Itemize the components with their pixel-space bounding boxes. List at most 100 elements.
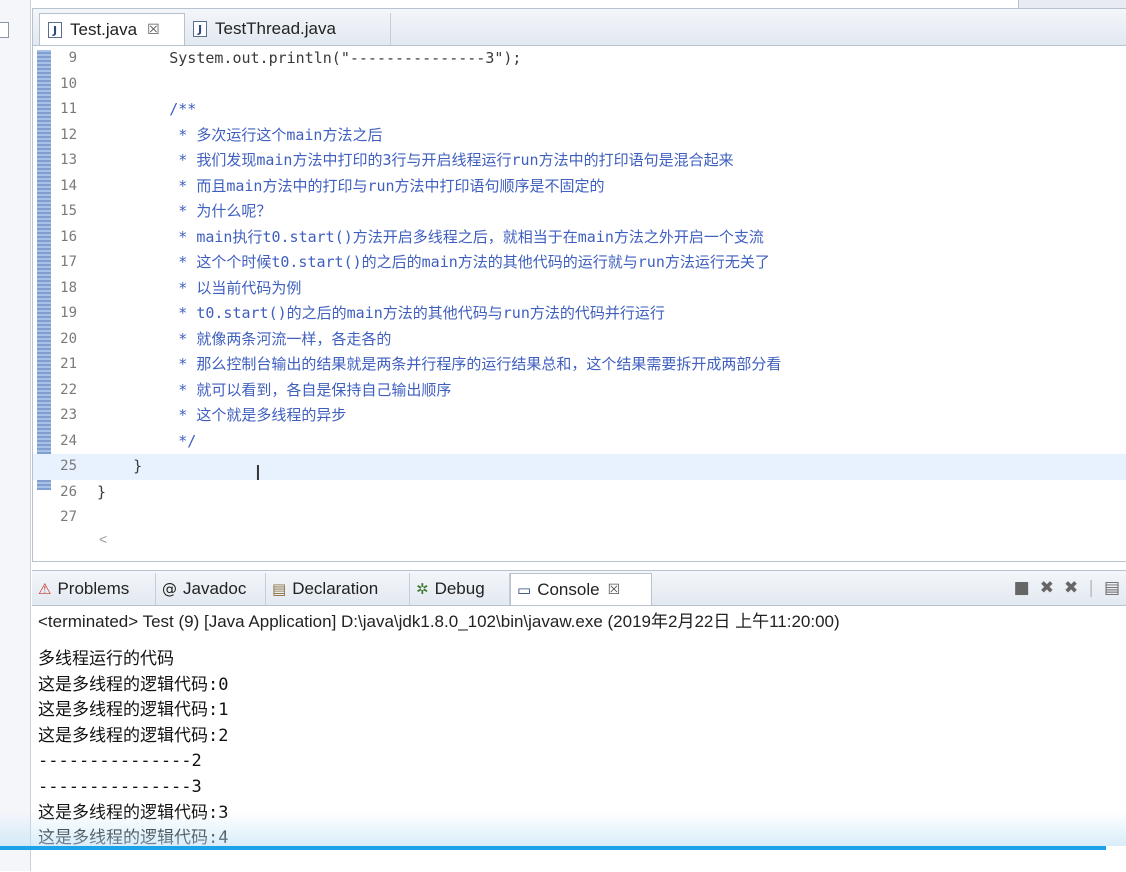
tab-console[interactable]: ▭ Console ☒ [510,573,652,605]
tab-javadoc[interactable]: @ Javadoc [156,573,266,605]
editor-tab-bar: J Test.java ☒ J TestThread.java [33,9,1126,46]
code-line[interactable]: 27 [33,505,1126,531]
code-line[interactable]: 15 * 为什么呢？ [33,199,1126,225]
line-number: 21 [60,356,77,372]
tab-problems[interactable]: ⚠ Problems [32,573,156,605]
code-text: * 我们发现main方法中打印的3行与开启线程运行run方法中的打印语句是混合起… [97,151,734,169]
tab-label: Declaration [292,579,379,598]
console-line: 这是多线程的逻辑代码:1 [38,700,229,721]
code-text: * 就像两条河流一样，各走各的 [97,329,392,348]
close-tab-icon[interactable]: ☒ [147,22,160,38]
line-number: 20 [60,330,77,347]
code-text: */ [97,431,197,450]
clear-console-icon[interactable]: ▤ [1104,578,1120,598]
code-area[interactable]: 9 System.out.println("---------------3")… [33,46,1126,531]
minimize-box-icon[interactable] [0,22,9,38]
line-number: 14 [60,177,77,194]
code-line[interactable]: 13 * 我们发现main方法中打印的3行与开启线程运行run方法中的打印语句是… [33,148,1126,174]
code-text: } [97,457,143,475]
javadoc-icon: @ [162,580,177,598]
code-line[interactable]: 25 } [33,454,1126,480]
tab-declaration[interactable]: ▤ Declaration [266,573,410,605]
code-line[interactable]: 17 * 这个个时候t0.start()的之后的main方法的其他代码的运行就与… [33,250,1126,276]
tab-debug[interactable]: ✲ Debug [410,573,510,605]
close-tab-icon[interactable]: ☒ [608,582,621,598]
horizontal-scrollbar[interactable]: < [33,529,1126,553]
tab-label: TestThread.java [215,19,336,38]
code-text: * t0.start()的之后的main方法的其他代码与run方法的代码并行运行 [97,304,665,322]
code-text: * 这个就是多线程的异步 [97,406,347,424]
code-line[interactable]: 12 * 多次运行这个main方法之后 [33,123,1126,149]
line-number: 27 [60,509,77,525]
text-cursor-icon: I [255,461,261,485]
code-text: * 而且main方法中的打印与run方法中打印语句顺序是不固定的 [97,176,605,195]
line-number: 25 [60,458,77,474]
declaration-icon: ▤ [272,580,287,598]
line-number: 19 [60,305,77,321]
remove-launch-icon[interactable]: ✖ [1040,578,1054,598]
tab-label: Console [537,579,600,599]
code-text: * 这个个时候t0.start()的之后的main方法的其他代码的运行就与run… [97,253,770,271]
remove-all-icon[interactable]: ✖ [1064,578,1078,598]
line-number: 15 [60,203,77,219]
code-line[interactable]: 24 */ [33,429,1126,455]
java-file-icon: J [193,21,207,37]
line-number: 17 [60,254,77,270]
tab-label: Javadoc [183,579,247,598]
problems-icon: ⚠ [38,580,52,598]
code-text: * main执行t0.start()方法开启多线程之后，就相当于在main方法之… [97,227,764,246]
code-line[interactable]: 11 /** [33,97,1126,123]
code-text: System.out.println("---------------3"); [97,49,522,67]
code-text: } [97,482,107,501]
line-number: 12 [60,126,77,143]
code-line[interactable]: 21 * 那么控制台输出的结果就是两条并行程序的运行结果总和，这个结果需要拆开成… [33,352,1126,378]
console-line: 多线程运行的代码 [38,649,174,669]
code-line[interactable]: 19 * t0.start()的之后的main方法的其他代码与run方法的代码并… [33,301,1126,327]
code-line[interactable]: 23 * 这个就是多线程的异步 [33,403,1126,429]
line-number: 22 [60,381,77,398]
code-text: * 那么控制台输出的结果就是两条并行程序的运行结果总和，这个结果需要拆开成两部分… [97,355,782,373]
code-text: /** [97,100,197,118]
console-line: 这是多线程的逻辑代码:2 [38,725,229,746]
tab-label: Test.java [70,19,138,39]
code-text: * 以当前代码为例 [97,278,302,297]
console-toolbar: ■ ✖ ✖ | ▤ [1014,571,1126,605]
tab-test-java[interactable]: J Test.java ☒ [39,13,185,45]
video-overlay [0,812,1126,846]
line-number: 10 [60,75,77,92]
code-line[interactable]: 20 * 就像两条河流一样，各走各的 [33,327,1126,353]
scroll-left-icon[interactable]: < [99,531,107,547]
line-number: 26 [60,483,77,500]
console-icon: ▭ [517,580,532,599]
code-line[interactable]: 18 * 以当前代码为例 [33,276,1126,302]
tab-testthread-java[interactable]: J TestThread.java [185,13,391,45]
line-number: 24 [60,432,77,449]
code-line[interactable]: 16 * main执行t0.start()方法开启多线程之后，就相当于在main… [33,225,1126,251]
java-file-icon: J [48,21,62,38]
line-number: 11 [60,101,77,117]
debug-icon: ✲ [416,580,429,598]
terminate-icon[interactable]: ■ [1014,578,1030,598]
line-number: 23 [60,407,77,423]
code-line[interactable]: 22 * 就可以看到，各自是保持自己输出顺序 [33,378,1126,404]
line-number: 9 [68,50,77,66]
line-number: 13 [60,152,77,168]
code-text: * 为什么呢？ [97,202,272,220]
code-line[interactable]: 9 System.out.println("---------------3")… [33,46,1126,72]
console-tab-bar: ⚠ Problems @ Javadoc ▤ Declaration ✲ Deb… [32,571,1126,606]
toolbar-separator: | [1088,578,1094,598]
line-number: 18 [60,279,77,296]
tab-label: Problems [57,579,130,598]
left-view-strip [0,0,31,871]
code-text: * 多次运行这个main方法之后 [97,125,383,144]
console-status: <terminated> Test (9) [Java Application]… [38,612,840,631]
code-line[interactable]: 10 [33,72,1126,98]
code-line[interactable]: 26} [33,480,1126,506]
console-line: ---------------3 [38,776,202,797]
editor-panel: J Test.java ☒ J TestThread.java 9 System… [32,8,1126,562]
console-line: 这是多线程的逻辑代码:0 [38,674,229,695]
code-text: * 就可以看到，各自是保持自己输出顺序 [97,380,452,399]
code-line[interactable]: 14 * 而且main方法中的打印与run方法中打印语句顺序是不固定的 [33,174,1126,200]
progress-line [0,846,1106,850]
line-number: 16 [60,228,77,245]
